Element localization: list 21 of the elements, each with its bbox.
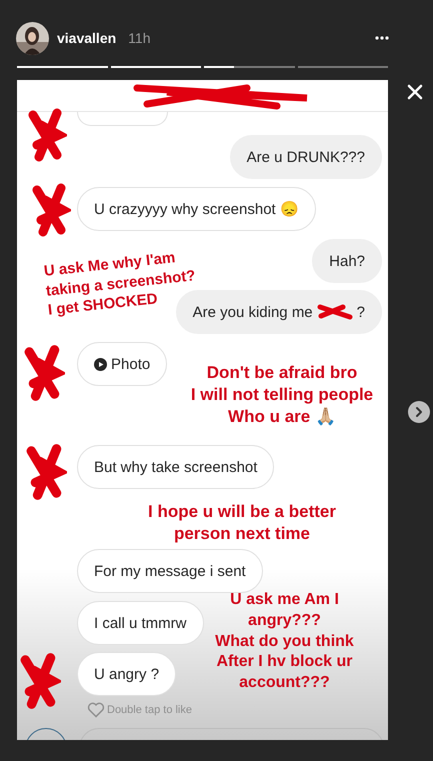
like-hint: Double tap to like xyxy=(107,704,192,716)
annotation-text: Don't be afraid bro I will not telling people Who u are 🙏🏼 xyxy=(190,362,374,428)
more-icon[interactable] xyxy=(375,36,389,40)
message-text: ? xyxy=(356,304,365,320)
timestamp: 11h xyxy=(128,30,150,46)
annotation-text: I hope u will be a better person next time xyxy=(147,501,337,546)
message-text: Photo xyxy=(111,356,150,372)
photo-message[interactable]: Photo xyxy=(77,342,168,386)
message-bubble: For my message i sent xyxy=(77,549,263,593)
message-bubble: U angry ? xyxy=(77,652,176,696)
scribble-drawing xyxy=(316,304,353,320)
annotation-text: U ask me Am I angry??? What do you think After I hv block ur account??? xyxy=(214,590,355,694)
message-bubble: Hah? xyxy=(312,239,382,283)
message-bubble: Are u DRUNK??? xyxy=(230,135,382,179)
message-bubble: U crazyyyy why screenshot 😞 xyxy=(77,187,316,231)
message-text: Are you kiding me xyxy=(192,304,313,320)
message-bubble: But why take screenshot xyxy=(77,445,274,489)
message-bubble: I call u tmmrw xyxy=(77,601,204,645)
next-button[interactable] xyxy=(408,401,430,423)
play-icon xyxy=(94,358,107,370)
username[interactable]: viavallen xyxy=(57,30,116,46)
